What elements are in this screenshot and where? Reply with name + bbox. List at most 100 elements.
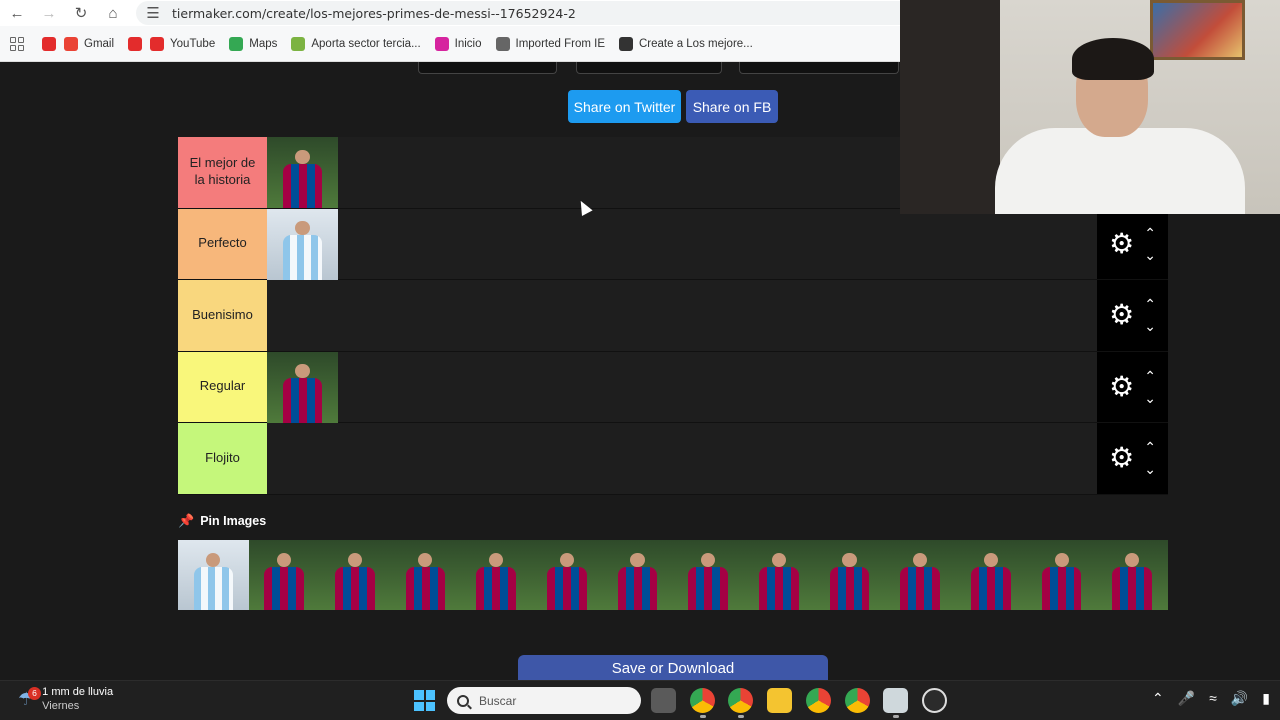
partial-button-1[interactable] xyxy=(418,62,557,74)
pin-icon[interactable]: 📌 xyxy=(178,513,194,529)
tier-drop-zone[interactable] xyxy=(267,351,1097,423)
bookmarks-bar: Gmail YouTube Maps Aporta sector tercia... I… xyxy=(0,26,900,62)
tier-controls: ⚙ ⌃ ⌄ xyxy=(1097,423,1168,494)
player-image[interactable] xyxy=(955,540,1027,610)
chevron-down-icon[interactable]: ⌄ xyxy=(1144,248,1156,262)
share-fb-button[interactable]: Share on FB xyxy=(686,90,778,123)
chevron-up-icon[interactable]: ⌃ xyxy=(1144,226,1156,240)
volume-icon[interactable]: 🔊 xyxy=(1231,690,1248,707)
windows-start-icon[interactable] xyxy=(414,690,435,711)
bookmark-item[interactable]: Maps xyxy=(229,36,278,51)
chrome-alt2-icon[interactable] xyxy=(845,688,870,713)
chevron-up-icon[interactable]: ⌃ xyxy=(1144,440,1156,454)
player-image[interactable] xyxy=(531,540,603,610)
player-image[interactable] xyxy=(672,540,744,610)
bookmark-label: Gmail xyxy=(84,37,115,50)
player-image[interactable] xyxy=(267,351,338,423)
player-image[interactable] xyxy=(178,540,249,610)
bookmark-favicon-icon xyxy=(618,36,633,51)
battery-icon[interactable]: ▮ xyxy=(1262,690,1270,707)
weather-badge: 6 xyxy=(28,686,41,700)
bookmark-item[interactable]: Aporta sector tercia... xyxy=(291,36,421,51)
screen: ← → ↻ ⌂ ☰ tiermaker.com/create/los-mejor… xyxy=(0,0,1280,720)
player-image[interactable] xyxy=(743,540,815,610)
bookmark-favicon-icon xyxy=(291,36,306,51)
gear-icon[interactable]: ⚙ xyxy=(1109,301,1134,329)
bookmark-item[interactable]: Imported From IE xyxy=(495,36,605,51)
chevron-down-icon[interactable]: ⌄ xyxy=(1144,319,1156,333)
bookmark-label: Imported From IE xyxy=(515,37,605,50)
chrome-running-dot xyxy=(700,715,706,718)
tier-drop-zone[interactable] xyxy=(267,280,1097,351)
bookmark-item[interactable]: Create a Los mejore... xyxy=(618,36,753,51)
player-image[interactable] xyxy=(1096,540,1168,610)
wifi-icon[interactable]: ≈ xyxy=(1209,690,1217,707)
player-image[interactable] xyxy=(390,540,461,610)
player-image[interactable] xyxy=(267,208,338,280)
taskbar: ☂ 6 1 mm de lluvia Viernes Buscar ⌃ 🎤 ≈ xyxy=(0,680,1280,720)
weather-sub: Viernes xyxy=(42,700,80,713)
bookmark-item[interactable]: Inicio xyxy=(434,36,482,51)
bookmark-label: Create a Los mejore... xyxy=(638,37,753,50)
gear-icon[interactable]: ⚙ xyxy=(1109,229,1134,258)
tier-label[interactable]: Regular xyxy=(178,351,267,422)
bookmark-item[interactable]: Gmail xyxy=(64,36,115,51)
tier-label[interactable]: Flojito xyxy=(178,423,267,494)
chevron-down-icon[interactable]: ⌄ xyxy=(1144,391,1156,405)
chevron-up-icon[interactable]: ⌃ xyxy=(1152,690,1164,707)
gear-icon[interactable]: ⚙ xyxy=(1109,372,1134,401)
file-explorer-icon[interactable] xyxy=(767,688,792,713)
bookmark-favicon-icon xyxy=(150,36,165,51)
tier-row: Perfecto ⚙ ⌃ ⌄ xyxy=(178,208,1168,280)
partial-button-2[interactable] xyxy=(576,62,722,74)
bookmark-item[interactable] xyxy=(128,36,143,51)
forward-icon[interactable]: → xyxy=(40,4,58,22)
gear-icon[interactable]: ⚙ xyxy=(1109,444,1134,472)
chrome-alt-icon[interactable] xyxy=(806,688,831,713)
partial-button-3[interactable] xyxy=(739,62,899,74)
chevron-up-icon[interactable]: ⌃ xyxy=(1144,297,1156,311)
reload-icon[interactable]: ↻ xyxy=(72,4,90,22)
back-icon[interactable]: ← xyxy=(8,4,26,22)
player-image[interactable] xyxy=(1026,540,1097,610)
player-image[interactable] xyxy=(602,540,673,610)
microphone-icon[interactable]: 🎤 xyxy=(1178,690,1195,707)
tier-row: Regular ⚙ ⌃ ⌄ xyxy=(178,351,1168,423)
bookmark-favicon-icon xyxy=(42,36,56,51)
search-icon xyxy=(457,694,469,707)
site-settings-icon[interactable]: ☰ xyxy=(144,4,162,22)
bookmark-label: Maps xyxy=(249,37,278,50)
tier-label[interactable]: Buenisimo xyxy=(178,280,267,351)
bookmark-favicon-icon xyxy=(64,36,78,51)
player-image[interactable] xyxy=(248,540,320,610)
weather-widget[interactable]: ☂ 6 1 mm de lluvia Viernes xyxy=(18,685,113,714)
player-image[interactable] xyxy=(814,540,885,610)
url-text: tiermaker.com/create/los-mejores-primes-… xyxy=(172,5,576,21)
tier-drop-zone[interactable] xyxy=(267,423,1097,494)
chevron-down-icon[interactable]: ⌄ xyxy=(1144,462,1156,476)
player-image[interactable] xyxy=(319,540,391,610)
share-twitter-button[interactable]: Share on Twitter xyxy=(568,90,681,123)
chevron-up-icon[interactable]: ⌃ xyxy=(1144,369,1156,383)
pin-images-header: 📌 Pin Images xyxy=(178,513,266,529)
cam-shelf xyxy=(900,0,1000,214)
bookmark-label: Inicio xyxy=(454,37,482,50)
bookmark-item[interactable]: YouTube xyxy=(150,36,215,51)
taskbar-search[interactable]: Buscar xyxy=(447,687,641,714)
bookmark-item[interactable] xyxy=(42,36,56,51)
address-row: ← → ↻ ⌂ ☰ tiermaker.com/create/los-mejor… xyxy=(0,0,900,26)
chrome-icon[interactable] xyxy=(690,688,715,713)
task-view-icon[interactable] xyxy=(651,688,676,713)
chrome-profile-icon[interactable] xyxy=(728,688,753,713)
address-bar[interactable]: ☰ tiermaker.com/create/los-mejores-prime… xyxy=(136,1,900,25)
obs-icon[interactable] xyxy=(922,688,947,713)
tier-label[interactable]: El mejor de la historia xyxy=(178,137,267,208)
home-icon[interactable]: ⌂ xyxy=(104,4,122,22)
player-image[interactable] xyxy=(884,540,956,610)
player-image[interactable] xyxy=(460,540,532,610)
snipping-tool-icon[interactable] xyxy=(883,688,908,713)
apps-grid-icon[interactable] xyxy=(10,36,24,51)
player-image[interactable] xyxy=(267,137,338,208)
tier-drop-zone[interactable] xyxy=(267,208,1097,280)
tier-label[interactable]: Perfecto xyxy=(178,208,267,279)
